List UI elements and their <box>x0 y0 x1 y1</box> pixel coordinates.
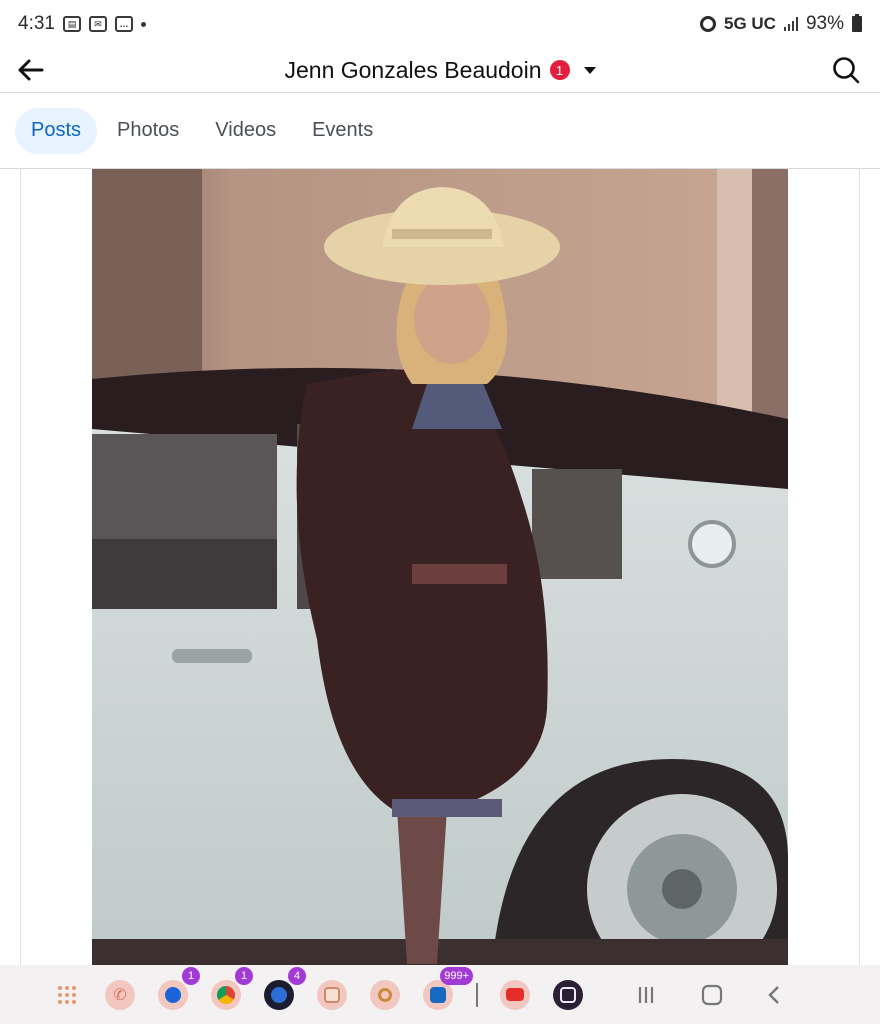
tab-events[interactable]: Events <box>296 108 389 154</box>
profile-tabs: Posts Photos Videos Events <box>0 93 880 168</box>
page-header: Jenn Gonzales Beaudoin 1 <box>0 48 880 92</box>
notification-app-icon: ✉ <box>88 16 107 32</box>
taskbar-phone[interactable]: ✆ <box>105 979 135 1010</box>
taskbar: ✆ 1 1 4 999+ <box>0 965 880 1024</box>
post-photo[interactable] <box>92 169 788 965</box>
recent-apps-icon <box>638 986 654 1003</box>
taskbar-calculator[interactable] <box>553 979 583 1010</box>
recent-apps-button[interactable] <box>636 985 660 1005</box>
taskbar-camera[interactable] <box>370 979 400 1010</box>
search-button[interactable] <box>828 52 864 88</box>
app-grid-icon <box>58 985 76 1004</box>
youtube-icon <box>506 988 524 1001</box>
status-left: 4:31 ▤ ✉ … <box>18 13 146 35</box>
outlook-badge: 999+ <box>440 966 473 985</box>
home-icon <box>701 984 723 1005</box>
photo-illustration <box>92 169 788 965</box>
phone-icon: ✆ <box>113 986 127 1004</box>
taskbar-chrome[interactable]: 1 <box>211 966 253 1010</box>
status-time: 4:31 <box>18 13 55 34</box>
gallery-icon <box>324 986 340 1003</box>
network-label: 5G UC <box>724 14 776 33</box>
camera-icon <box>378 987 392 1002</box>
tab-photos[interactable]: Photos <box>101 108 195 154</box>
system-back-button[interactable] <box>764 984 784 1006</box>
caret-down-icon[interactable] <box>583 66 596 74</box>
notification-badge: 1 <box>549 60 570 80</box>
status-right: 5G UC 93% <box>700 13 862 35</box>
tab-videos[interactable]: Videos <box>199 108 292 154</box>
outlook-icon <box>430 986 446 1003</box>
taskbar-gallery[interactable] <box>317 979 347 1010</box>
page-title: Jenn Gonzales Beaudoin <box>284 56 542 83</box>
alarm-icon <box>700 16 716 32</box>
search-icon <box>833 57 860 84</box>
taskbar-messages[interactable]: 1 <box>158 966 200 1010</box>
more-notifications-dot-icon <box>140 21 146 27</box>
home-button[interactable] <box>700 983 724 1007</box>
status-bar: 4:31 ▤ ✉ … 5G UC 93% <box>0 0 880 48</box>
facebook-app-badge: 4 <box>288 966 306 985</box>
facebook-app-icon <box>271 986 287 1003</box>
taskbar-outlook[interactable]: 999+ <box>423 966 473 1010</box>
chrome-icon <box>217 985 235 1004</box>
taskbar-app-drawer[interactable] <box>52 980 82 1010</box>
messages-icon <box>165 986 181 1003</box>
tab-posts[interactable]: Posts <box>15 107 98 154</box>
taskbar-separator <box>476 982 478 1007</box>
chrome-badge: 1 <box>235 966 253 985</box>
sim-card-icon: ▤ <box>62 16 81 32</box>
page-switcher[interactable]: Jenn Gonzales Beaudoin 1 <box>0 52 880 88</box>
taskbar-youtube[interactable] <box>500 979 530 1010</box>
taskbar-facebook-app[interactable]: 4 <box>264 966 306 1010</box>
chat-bubble-icon: … <box>114 16 133 32</box>
messages-badge: 1 <box>182 966 200 985</box>
battery-icon <box>852 14 862 32</box>
calculator-icon <box>560 986 576 1003</box>
battery-percent: 93% <box>805 13 844 34</box>
signal-strength-icon <box>783 17 798 31</box>
chevron-left-icon <box>768 985 779 1004</box>
